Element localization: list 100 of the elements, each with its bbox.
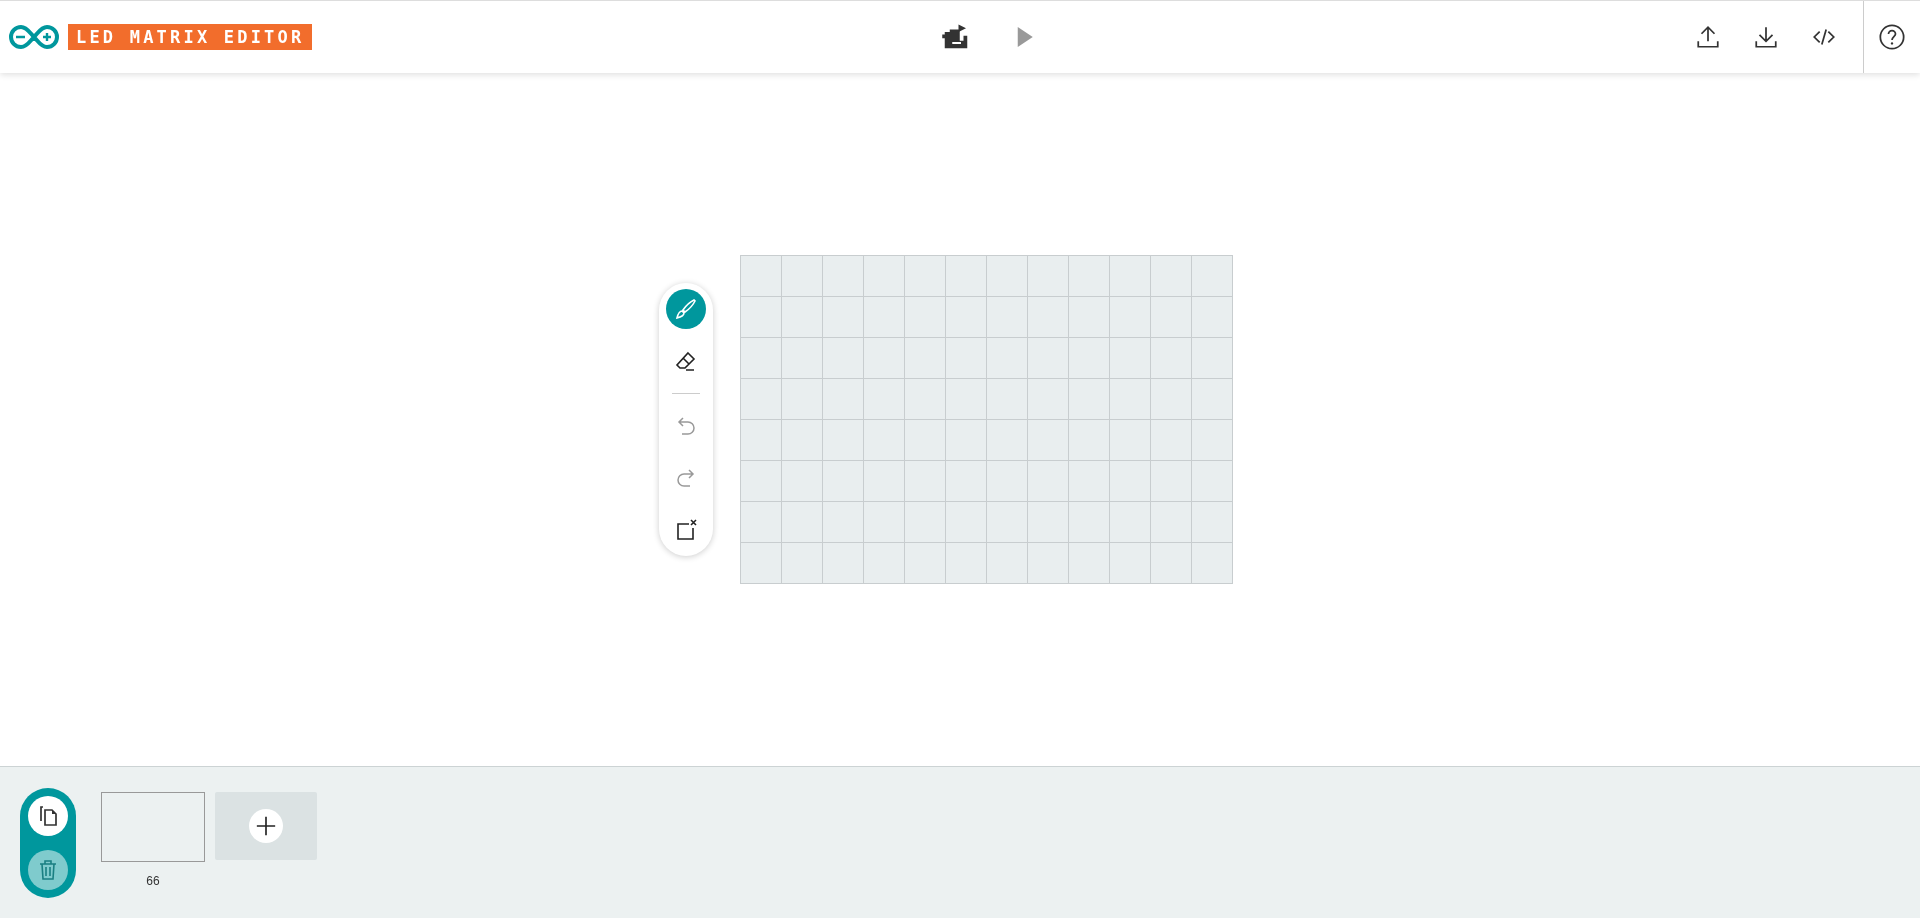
led-cell[interactable]	[864, 502, 905, 543]
led-cell[interactable]	[741, 338, 782, 379]
led-cell[interactable]	[1151, 461, 1192, 502]
led-cell[interactable]	[1028, 379, 1069, 420]
led-cell[interactable]	[741, 379, 782, 420]
led-cell[interactable]	[1069, 420, 1110, 461]
led-cell[interactable]	[782, 420, 823, 461]
led-cell[interactable]	[946, 338, 987, 379]
led-cell[interactable]	[864, 256, 905, 297]
led-cell[interactable]	[905, 461, 946, 502]
led-cell[interactable]	[905, 502, 946, 543]
led-cell[interactable]	[1151, 338, 1192, 379]
led-cell[interactable]	[741, 543, 782, 584]
led-cell[interactable]	[1110, 502, 1151, 543]
frame-thumbnail[interactable]	[101, 792, 205, 862]
led-cell[interactable]	[1192, 502, 1233, 543]
led-cell[interactable]	[905, 543, 946, 584]
led-cell[interactable]	[905, 420, 946, 461]
led-cell[interactable]	[782, 256, 823, 297]
led-cell[interactable]	[823, 543, 864, 584]
led-cell[interactable]	[1192, 338, 1233, 379]
led-cell[interactable]	[1028, 543, 1069, 584]
led-cell[interactable]	[864, 379, 905, 420]
led-cell[interactable]	[946, 379, 987, 420]
led-cell[interactable]	[864, 420, 905, 461]
led-cell[interactable]	[1192, 461, 1233, 502]
led-cell[interactable]	[782, 461, 823, 502]
led-cell[interactable]	[741, 502, 782, 543]
led-cell[interactable]	[946, 543, 987, 584]
led-cell[interactable]	[987, 338, 1028, 379]
led-cell[interactable]	[782, 502, 823, 543]
add-frame-button[interactable]	[215, 792, 317, 860]
led-cell[interactable]	[1028, 297, 1069, 338]
led-cell[interactable]	[823, 256, 864, 297]
led-cell[interactable]	[1028, 256, 1069, 297]
led-cell[interactable]	[1110, 543, 1151, 584]
led-cell[interactable]	[823, 338, 864, 379]
led-cell[interactable]	[946, 256, 987, 297]
led-cell[interactable]	[905, 338, 946, 379]
led-cell[interactable]	[1028, 338, 1069, 379]
led-cell[interactable]	[1151, 379, 1192, 420]
led-cell[interactable]	[782, 543, 823, 584]
led-cell[interactable]	[1069, 297, 1110, 338]
led-cell[interactable]	[1151, 420, 1192, 461]
led-cell[interactable]	[1110, 379, 1151, 420]
led-cell[interactable]	[864, 543, 905, 584]
led-cell[interactable]	[946, 420, 987, 461]
led-cell[interactable]	[782, 379, 823, 420]
led-cell[interactable]	[1110, 256, 1151, 297]
led-cell[interactable]	[1151, 543, 1192, 584]
led-cell[interactable]	[864, 461, 905, 502]
led-cell[interactable]	[823, 502, 864, 543]
led-cell[interactable]	[1110, 461, 1151, 502]
led-cell[interactable]	[1069, 379, 1110, 420]
led-cell[interactable]	[946, 297, 987, 338]
led-cell[interactable]	[1192, 420, 1233, 461]
led-cell[interactable]	[864, 338, 905, 379]
led-cell[interactable]	[823, 420, 864, 461]
led-cell[interactable]	[987, 297, 1028, 338]
led-cell[interactable]	[1069, 256, 1110, 297]
led-cell[interactable]	[1192, 543, 1233, 584]
led-cell[interactable]	[987, 543, 1028, 584]
led-cell[interactable]	[1028, 502, 1069, 543]
led-cell[interactable]	[1110, 338, 1151, 379]
led-cell[interactable]	[1028, 461, 1069, 502]
led-cell[interactable]	[987, 379, 1028, 420]
led-cell[interactable]	[1110, 297, 1151, 338]
led-cell[interactable]	[987, 461, 1028, 502]
copy-frame-button[interactable]	[28, 796, 68, 836]
led-cell[interactable]	[946, 502, 987, 543]
led-cell[interactable]	[823, 297, 864, 338]
led-cell[interactable]	[987, 420, 1028, 461]
led-cell[interactable]	[823, 379, 864, 420]
led-cell[interactable]	[1192, 297, 1233, 338]
led-cell[interactable]	[1069, 502, 1110, 543]
led-cell[interactable]	[1151, 297, 1192, 338]
led-cell[interactable]	[1069, 338, 1110, 379]
led-cell[interactable]	[1069, 461, 1110, 502]
led-cell[interactable]	[741, 297, 782, 338]
led-cell[interactable]	[1028, 420, 1069, 461]
led-cell[interactable]	[1151, 502, 1192, 543]
led-cell[interactable]	[905, 297, 946, 338]
led-cell[interactable]	[1069, 543, 1110, 584]
led-cell[interactable]	[946, 461, 987, 502]
led-cell[interactable]	[987, 256, 1028, 297]
led-cell[interactable]	[1192, 379, 1233, 420]
led-cell[interactable]	[1151, 256, 1192, 297]
led-cell[interactable]	[782, 297, 823, 338]
led-cell[interactable]	[823, 461, 864, 502]
led-cell[interactable]	[1192, 256, 1233, 297]
led-cell[interactable]	[1110, 420, 1151, 461]
led-cell[interactable]	[864, 297, 905, 338]
led-cell[interactable]	[987, 502, 1028, 543]
led-cell[interactable]	[782, 338, 823, 379]
brush-tool-button[interactable]	[666, 289, 706, 329]
led-cell[interactable]	[741, 461, 782, 502]
led-cell[interactable]	[905, 379, 946, 420]
led-cell[interactable]	[741, 420, 782, 461]
led-cell[interactable]	[741, 256, 782, 297]
led-cell[interactable]	[905, 256, 946, 297]
